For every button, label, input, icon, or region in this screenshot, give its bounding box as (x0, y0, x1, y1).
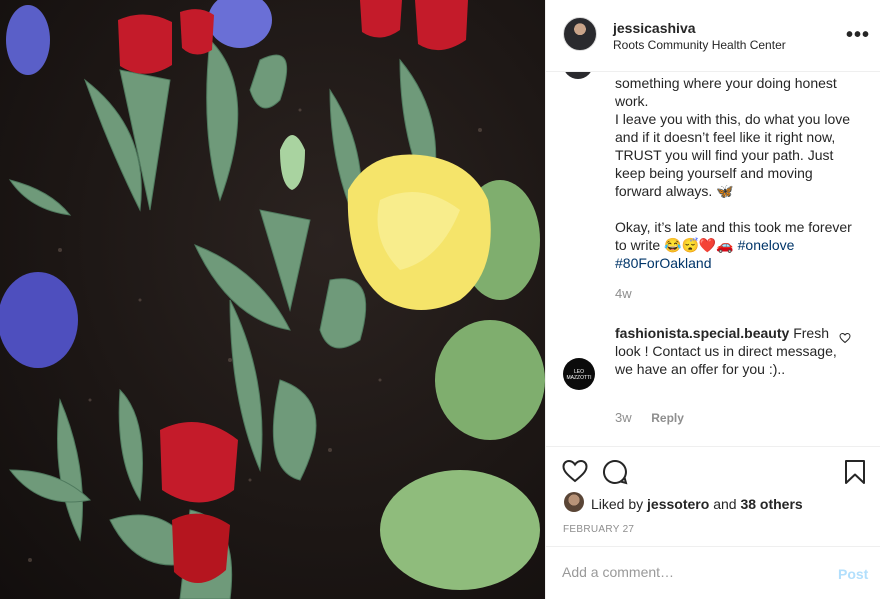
post-photo[interactable] (0, 0, 545, 599)
caption-timestamp[interactable]: 4w (615, 286, 632, 301)
comment-icon[interactable] (602, 459, 628, 485)
add-comment-bar: Post (546, 546, 880, 599)
commenter-avatar[interactable]: LEO MAZZOTTI (563, 358, 595, 390)
bookmark-icon[interactable] (844, 459, 866, 485)
liker-avatar[interactable] (564, 492, 584, 512)
comments-section[interactable]: something where your doing honest work. … (546, 72, 880, 446)
hashtag-link[interactable]: #80ForOakland (615, 255, 712, 271)
tulips-image (0, 0, 545, 599)
post-location[interactable]: Roots Community Health Center (613, 38, 786, 52)
likes-summary[interactable]: Liked by jessotero and 38 others (591, 496, 803, 512)
comment-meta: 3w Reply (615, 410, 684, 425)
commenter-username[interactable]: fashionista.special.beauty (615, 325, 789, 341)
caption-text: Okay, it’s late and this took me forever… (615, 219, 856, 253)
caption-line: something where your doing honest work. (615, 75, 841, 109)
post-actions: Liked by jessotero and 38 others FEBRUAR… (546, 446, 880, 546)
liker-username[interactable]: jessotero (647, 496, 709, 512)
caption-line: Okay, it’s late and this took me forever… (615, 218, 860, 272)
post-comment-button[interactable]: Post (838, 566, 868, 582)
caption-line: I leave you with this, do what you love … (615, 111, 854, 199)
instagram-post-view: jessicashiva Roots Community Health Cent… (0, 0, 880, 599)
post-caption: something where your doing honest work. … (615, 74, 860, 272)
post-header: jessicashiva Roots Community Health Cent… (546, 0, 880, 72)
comment-timestamp[interactable]: 3w (615, 410, 632, 425)
commenter-avatar-text: LEO MAZZOTTI (566, 369, 592, 381)
more-horizontal-icon[interactable]: ••• (846, 24, 870, 47)
heart-icon[interactable] (562, 459, 588, 483)
likes-connector: and (713, 496, 737, 512)
likes-others[interactable]: 38 others (740, 496, 802, 512)
post-date[interactable]: FEBRUARY 27 (563, 524, 634, 535)
like-comment-icon[interactable] (839, 332, 851, 344)
hashtag-link[interactable]: #onelove (738, 237, 795, 253)
caption-author-avatar[interactable] (563, 72, 593, 79)
author-username[interactable]: jessicashiva (613, 20, 696, 36)
comment-input[interactable] (562, 564, 822, 580)
author-avatar[interactable] (563, 17, 597, 51)
caption-line (615, 200, 860, 218)
post-details-panel: jessicashiva Roots Community Health Cent… (545, 0, 880, 599)
comment: fashionista.special.beauty Fresh look ! … (615, 324, 840, 378)
reply-button[interactable]: Reply (651, 411, 684, 425)
likes-prefix: Liked by (591, 496, 644, 512)
